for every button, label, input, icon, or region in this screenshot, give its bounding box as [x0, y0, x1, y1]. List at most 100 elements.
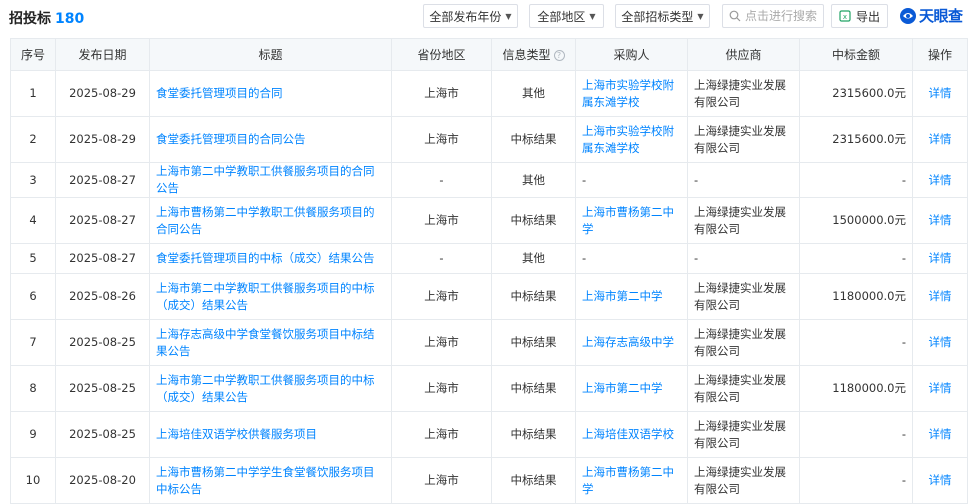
table-row: 5 2025-08-27 食堂委托管理项目的中标（成交）结果公告 - 其他 - … [10, 243, 968, 274]
cell-buyer-link[interactable]: 上海市第二中学 [575, 273, 688, 320]
cell-type: 中标结果 [491, 457, 576, 504]
cell-region: 上海市 [391, 457, 492, 504]
details-link[interactable]: 详情 [912, 70, 968, 117]
search-box[interactable] [722, 4, 824, 28]
filter-type-dropdown[interactable]: 全部招标类型 ▼ [615, 4, 710, 28]
help-icon[interactable]: ? [553, 50, 565, 61]
cell-no: 1 [10, 70, 56, 117]
svg-text:x: x [843, 13, 847, 21]
cell-supplier: 上海绿捷实业发展有限公司 [687, 365, 800, 412]
export-button[interactable]: x 导出 [831, 4, 888, 28]
page-title: 招投标 180 [9, 8, 84, 28]
cell-title-link[interactable]: 食堂委托管理项目的合同公告 [149, 116, 392, 163]
details-link[interactable]: 详情 [912, 273, 968, 320]
cell-supplier: 上海绿捷实业发展有限公司 [687, 457, 800, 504]
cell-supplier: 上海绿捷实业发展有限公司 [687, 319, 800, 366]
table-row: 7 2025-08-25 上海存志高级中学食堂餐饮服务项目中标结果公告 上海市 … [10, 319, 968, 366]
cell-title-link[interactable]: 食堂委托管理项目的中标（成交）结果公告 [149, 243, 392, 274]
cell-no: 10 [10, 457, 56, 504]
cell-supplier: 上海绿捷实业发展有限公司 [687, 70, 800, 117]
cell-amount: 1180000.0元 [799, 365, 913, 412]
cell-amount: 2315600.0元 [799, 70, 913, 117]
cell-buyer-link[interactable]: 上海市实验学校附属东滩学校 [575, 70, 688, 117]
cell-type: 其他 [491, 162, 576, 198]
cell-region: 上海市 [391, 411, 492, 458]
details-link[interactable]: 详情 [912, 365, 968, 412]
filter-year-dropdown[interactable]: 全部发布年份 ▼ [423, 4, 518, 28]
cell-supplier: - [687, 243, 800, 274]
cell-region: 上海市 [391, 70, 492, 117]
col-header-supplier: 供应商 [687, 38, 800, 71]
table-row: 10 2025-08-20 上海市曹杨第二中学学生食堂餐饮服务项目中标公告 上海… [10, 457, 968, 504]
cell-buyer-link[interactable]: 上海市曹杨第二中学 [575, 457, 688, 504]
cell-date: 2025-08-25 [55, 319, 150, 366]
cell-buyer-link[interactable]: 上海市第二中学 [575, 365, 688, 412]
cell-title-link[interactable]: 上海市第二中学教职工供餐服务项目的中标（成交）结果公告 [149, 365, 392, 412]
cell-buyer: - [575, 162, 688, 198]
filter-region-label: 全部地区 [537, 9, 586, 24]
cell-no: 2 [10, 116, 56, 163]
cell-date: 2025-08-27 [55, 243, 150, 274]
cell-type: 其他 [491, 70, 576, 117]
cell-supplier: - [687, 162, 800, 198]
details-link[interactable]: 详情 [912, 243, 968, 274]
cell-region: 上海市 [391, 116, 492, 163]
details-link[interactable]: 详情 [912, 457, 968, 504]
cell-title-link[interactable]: 上海市第二中学教职工供餐服务项目的合同公告 [149, 162, 392, 198]
cell-buyer-link[interactable]: 上海存志高级中学 [575, 319, 688, 366]
cell-title-link[interactable]: 上海存志高级中学食堂餐饮服务项目中标结果公告 [149, 319, 392, 366]
filter-region-dropdown[interactable]: 全部地区 ▼ [529, 4, 604, 28]
export-label: 导出 [855, 9, 880, 24]
details-link[interactable]: 详情 [912, 411, 968, 458]
col-header-region: 省份地区 [391, 38, 492, 71]
col-header-type-label: 信息类型 [502, 48, 551, 62]
cell-amount: - [799, 319, 913, 366]
col-header-buyer: 采购人 [575, 38, 688, 71]
cell-type: 中标结果 [491, 365, 576, 412]
chevron-down-icon: ▼ [589, 11, 596, 21]
cell-title-link[interactable]: 上海市曹杨第二中学教职工供餐服务项目的合同公告 [149, 197, 392, 244]
table-row: 4 2025-08-27 上海市曹杨第二中学教职工供餐服务项目的合同公告 上海市… [10, 197, 968, 244]
cell-amount: - [799, 457, 913, 504]
cell-type: 中标结果 [491, 411, 576, 458]
cell-date: 2025-08-29 [55, 116, 150, 163]
cell-buyer-link[interactable]: 上海市曹杨第二中学 [575, 197, 688, 244]
logo-text: 天眼查 [919, 7, 963, 25]
cell-buyer-link[interactable]: 上海培佳双语学校 [575, 411, 688, 458]
details-link[interactable]: 详情 [912, 197, 968, 244]
cell-title-link[interactable]: 上海市曹杨第二中学学生食堂餐饮服务项目中标公告 [149, 457, 392, 504]
cell-supplier: 上海绿捷实业发展有限公司 [687, 411, 800, 458]
cell-type: 其他 [491, 243, 576, 274]
table-row: 6 2025-08-26 上海市第二中学教职工供餐服务项目的中标（成交）结果公告… [10, 273, 968, 320]
cell-date: 2025-08-26 [55, 273, 150, 320]
search-input[interactable] [745, 9, 821, 23]
cell-region: - [391, 162, 492, 198]
table-row: 9 2025-08-25 上海培佳双语学校供餐服务项目 上海市 中标结果 上海培… [10, 411, 968, 458]
cell-type: 中标结果 [491, 273, 576, 320]
table-row: 3 2025-08-27 上海市第二中学教职工供餐服务项目的合同公告 - 其他 … [10, 162, 968, 198]
table-row: 8 2025-08-25 上海市第二中学教职工供餐服务项目的中标（成交）结果公告… [10, 365, 968, 412]
details-link[interactable]: 详情 [912, 116, 968, 163]
cell-no: 9 [10, 411, 56, 458]
col-header-date: 发布日期 [55, 38, 150, 71]
details-link[interactable]: 详情 [912, 319, 968, 366]
cell-no: 8 [10, 365, 56, 412]
cell-title-link[interactable]: 上海培佳双语学校供餐服务项目 [149, 411, 392, 458]
cell-no: 6 [10, 273, 56, 320]
page-title-text: 招投标 [9, 11, 51, 27]
cell-region: 上海市 [391, 365, 492, 412]
cell-type: 中标结果 [491, 319, 576, 366]
cell-amount: - [799, 162, 913, 198]
cell-title-link[interactable]: 食堂委托管理项目的合同 [149, 70, 392, 117]
search-icon [729, 10, 741, 22]
cell-buyer-link[interactable]: 上海市实验学校附属东滩学校 [575, 116, 688, 163]
details-link[interactable]: 详情 [912, 162, 968, 198]
toolbar: 招投标180 全部发布年份 ▼ 全部地区 ▼ 全部招标类型 ▼ x 导出 天眼查 [0, 0, 972, 34]
cell-region: - [391, 243, 492, 274]
cell-title-link[interactable]: 上海市第二中学教职工供餐服务项目的中标（成交）结果公告 [149, 273, 392, 320]
tianyancha-logo: 天眼查 [899, 5, 963, 26]
col-header-type: 信息类型? [491, 38, 576, 71]
cell-date: 2025-08-27 [55, 197, 150, 244]
cell-supplier: 上海绿捷实业发展有限公司 [687, 273, 800, 320]
col-header-title: 标题 [149, 38, 392, 71]
